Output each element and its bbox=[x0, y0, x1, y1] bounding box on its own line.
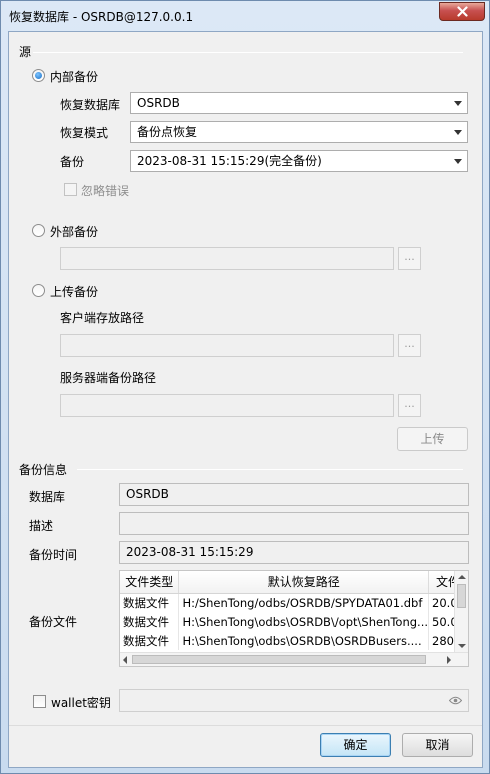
column-header-default-path[interactable]: 默认恢复路径 bbox=[178, 571, 430, 594]
upload-backup-radio[interactable] bbox=[32, 284, 45, 297]
backup-time-field: 2023-08-31 15:15:29 bbox=[119, 541, 469, 564]
backup-files-grid: 文件类型 默认恢复路径 文件 数据文件 H:/ShenTong/odbs/OSR… bbox=[120, 571, 468, 650]
restore-db-select[interactable]: OSRDB bbox=[130, 92, 468, 114]
cell-file-type: 数据文件 bbox=[120, 612, 180, 631]
cancel-button[interactable]: 取消 bbox=[402, 733, 473, 757]
wallet-checkbox[interactable] bbox=[33, 695, 46, 708]
scroll-up-icon[interactable] bbox=[458, 575, 466, 579]
vertical-scrollbar[interactable] bbox=[454, 571, 468, 652]
backup-select[interactable]: 2023-08-31 15:15:29(完全备份) bbox=[130, 150, 468, 172]
server-path-label: 服务器端备份路径 bbox=[60, 371, 157, 385]
external-browse-button[interactable]: ... bbox=[398, 247, 421, 270]
horizontal-scroll-thumb[interactable] bbox=[132, 655, 426, 664]
table-row[interactable]: 数据文件 H:\ShenTong\odbs\OSRDB\/opt\ShenTon… bbox=[120, 612, 468, 631]
chevron-down-icon bbox=[454, 101, 462, 106]
description-label: 描述 bbox=[29, 519, 54, 533]
table-row[interactable]: 数据文件 H:\ShenTong\odbs\OSRDB\OSRDBusers..… bbox=[120, 631, 468, 650]
restore-database-dialog: 恢复数据库 - OSRDB@127.0.0.1 源 内部备份 恢复数据库 OSR… bbox=[0, 0, 490, 774]
backup-time-label: 备份时间 bbox=[29, 548, 78, 562]
upload-button[interactable]: 上传 bbox=[397, 427, 468, 451]
scroll-down-icon[interactable] bbox=[458, 644, 466, 648]
backup-label: 备份 bbox=[60, 155, 85, 169]
table-header-row: 文件类型 默认恢复路径 文件 bbox=[120, 571, 468, 594]
server-path-input[interactable] bbox=[60, 394, 394, 417]
description-field bbox=[119, 512, 469, 535]
ok-button[interactable]: 确定 bbox=[320, 733, 391, 757]
chevron-down-icon bbox=[454, 159, 462, 164]
source-section-title: 源 bbox=[19, 45, 32, 59]
wallet-label: wallet密钥 bbox=[51, 696, 111, 710]
restore-mode-value: 备份点恢复 bbox=[137, 125, 198, 139]
window-title: 恢复数据库 - OSRDB@127.0.0.1 bbox=[9, 10, 194, 24]
backup-files-label: 备份文件 bbox=[29, 615, 78, 629]
external-backup-label: 外部备份 bbox=[50, 225, 99, 239]
scroll-left-icon[interactable] bbox=[123, 656, 127, 664]
database-field: OSRDB bbox=[119, 483, 469, 506]
cell-file-type: 数据文件 bbox=[120, 593, 180, 612]
internal-backup-label: 内部备份 bbox=[50, 70, 99, 84]
backup-files-table[interactable]: 文件类型 默认恢复路径 文件 数据文件 H:/ShenTong/odbs/OSR… bbox=[119, 570, 469, 667]
scroll-right-icon[interactable] bbox=[447, 656, 451, 664]
dialog-body: 源 内部备份 恢复数据库 OSRDB 恢复模式 备份点恢复 备份 2023-08… bbox=[8, 31, 483, 768]
vertical-scroll-thumb[interactable] bbox=[457, 584, 466, 608]
cell-path: H:\ShenTong\odbs\OSRDB\/opt\ShenTong... bbox=[178, 612, 430, 631]
restore-db-label: 恢复数据库 bbox=[60, 98, 121, 112]
column-header-file-type[interactable]: 文件类型 bbox=[120, 571, 180, 594]
cell-file-type: 数据文件 bbox=[120, 631, 180, 650]
table-row[interactable]: 数据文件 H:/ShenTong/odbs/OSRDB/SPYDATA01.db… bbox=[120, 593, 468, 612]
restore-mode-select[interactable]: 备份点恢复 bbox=[130, 121, 468, 143]
client-path-label: 客户端存放路径 bbox=[60, 311, 145, 325]
client-browse-button[interactable]: ... bbox=[398, 334, 421, 357]
cell-path: H:/ShenTong/odbs/OSRDB/SPYDATA01.dbf bbox=[178, 593, 430, 612]
external-backup-radio[interactable] bbox=[32, 224, 45, 237]
footer-divider bbox=[9, 725, 482, 726]
restore-mode-label: 恢复模式 bbox=[60, 126, 109, 140]
close-icon bbox=[456, 6, 468, 17]
restore-db-value: OSRDB bbox=[137, 96, 180, 110]
wallet-key-input[interactable] bbox=[119, 689, 469, 712]
ignore-errors-label: 忽略错误 bbox=[81, 184, 130, 198]
eye-icon[interactable] bbox=[449, 696, 462, 705]
ignore-errors-checkbox[interactable] bbox=[64, 183, 77, 196]
title-bar[interactable]: 恢复数据库 - OSRDB@127.0.0.1 bbox=[1, 1, 489, 31]
chevron-down-icon bbox=[454, 130, 462, 135]
backup-value: 2023-08-31 15:15:29(完全备份) bbox=[137, 154, 322, 168]
server-browse-button[interactable]: ... bbox=[398, 394, 421, 417]
horizontal-scrollbar[interactable] bbox=[120, 652, 468, 666]
close-button[interactable] bbox=[439, 2, 485, 21]
client-path-input[interactable] bbox=[60, 334, 394, 357]
external-path-input[interactable] bbox=[60, 247, 394, 270]
backup-info-divider bbox=[77, 469, 463, 470]
upload-backup-label: 上传备份 bbox=[50, 285, 99, 299]
cell-path: H:\ShenTong\odbs\OSRDB\OSRDBusers.... bbox=[178, 631, 430, 650]
internal-backup-radio[interactable] bbox=[32, 69, 45, 82]
database-label: 数据库 bbox=[29, 490, 66, 504]
backup-info-section-title: 备份信息 bbox=[19, 463, 68, 477]
source-divider bbox=[33, 52, 463, 53]
